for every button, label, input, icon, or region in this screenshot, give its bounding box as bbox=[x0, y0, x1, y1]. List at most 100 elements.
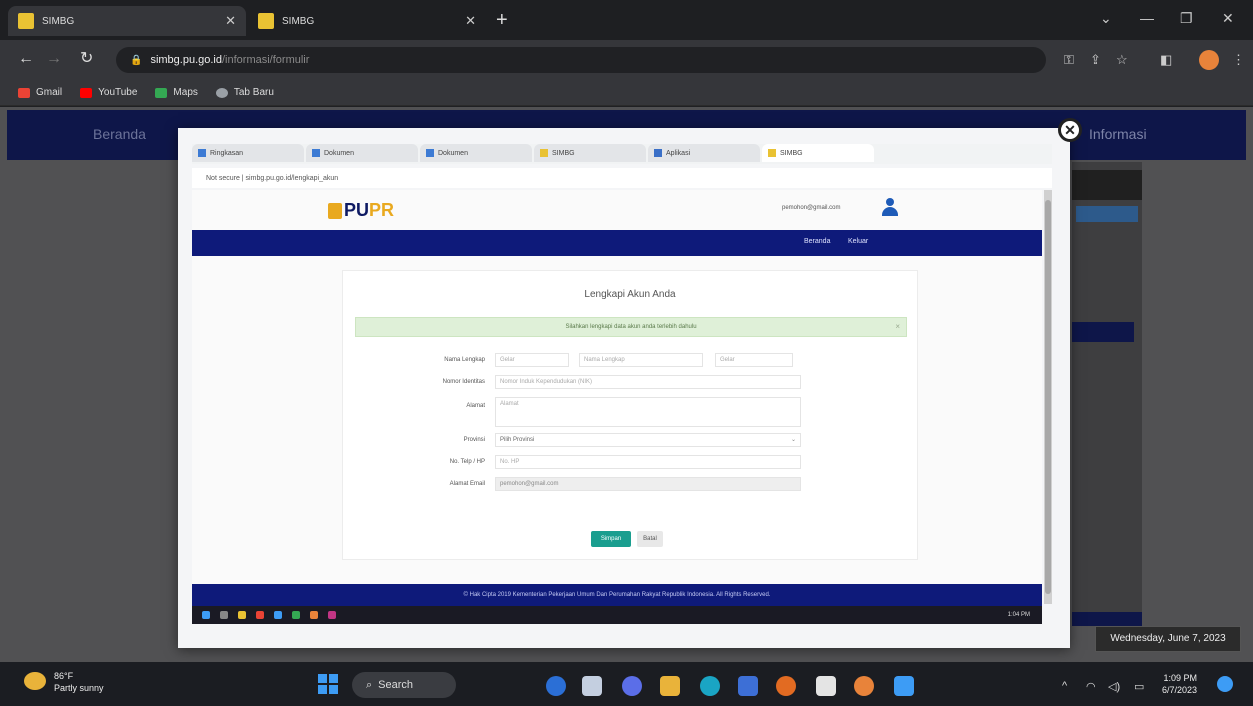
maximize-icon[interactable]: ❐ bbox=[1180, 10, 1193, 27]
minimize-icon[interactable]: — bbox=[1140, 10, 1154, 26]
user-email: pemohon@gmail.com bbox=[782, 205, 841, 211]
chevron-down-icon: ⌄ bbox=[790, 437, 796, 443]
screenshot-scrollbar bbox=[1044, 190, 1052, 604]
bookmark-new-tab[interactable]: Tab Baru bbox=[215, 87, 274, 98]
password-key-icon[interactable]: ⚿ bbox=[1064, 52, 1074, 68]
site-footer: © Hak Cipta 2019 Kementerian Pekerjaan U… bbox=[192, 584, 1042, 606]
bookmark-gmail[interactable]: Gmail bbox=[18, 87, 62, 98]
battery-icon[interactable]: ▭ bbox=[1134, 680, 1144, 693]
pupr-logo: PUPR bbox=[328, 200, 394, 221]
batal-button: Batal bbox=[637, 531, 663, 547]
screenshot-page: PUPR pemohon@gmail.com Beranda Keluar Le… bbox=[192, 190, 1042, 610]
date-tooltip: Wednesday, June 7, 2023 bbox=[1095, 626, 1241, 652]
pupr-logo-icon bbox=[328, 202, 342, 219]
screenshot-tab-active: SIMBG bbox=[762, 144, 874, 162]
windows-start-icon[interactable] bbox=[318, 674, 338, 694]
alert-close-icon: × bbox=[895, 322, 900, 331]
screenshot-tab: Dokumen bbox=[306, 144, 418, 162]
chevron-up-icon[interactable]: ^ bbox=[1062, 680, 1067, 692]
textarea-alamat: Alamat bbox=[495, 397, 801, 427]
label-provinsi: Provinsi bbox=[463, 437, 485, 443]
firefox-icon[interactable] bbox=[776, 676, 796, 696]
tab-favicon-icon bbox=[540, 149, 548, 157]
screenshot-tab: Aplikasi bbox=[648, 144, 760, 162]
tab-title: SIMBG bbox=[282, 15, 315, 27]
globe-icon bbox=[215, 87, 228, 98]
copilot-icon[interactable] bbox=[546, 676, 566, 696]
taskbar-clock[interactable]: 1:09 PM 6/7/2023 bbox=[1162, 672, 1197, 696]
nav-beranda[interactable]: Beranda bbox=[93, 126, 146, 142]
tab-search-icon[interactable]: ⌄ bbox=[1100, 10, 1112, 27]
card-title: Lengkapi Akun Anda bbox=[584, 289, 676, 300]
app-icon[interactable] bbox=[894, 676, 914, 696]
chrome-icon[interactable] bbox=[854, 676, 874, 696]
close-lightbox-button[interactable]: ✕ bbox=[1058, 118, 1082, 142]
site-navbar: Beranda Keluar bbox=[192, 230, 1042, 256]
background-button bbox=[1076, 206, 1138, 222]
screenshot-tab-bar: Ringkasan Dokumen Dokumen SIMBG Aplikasi… bbox=[192, 144, 1052, 164]
lengkapi-akun-card: Lengkapi Akun Anda Silahkan lengkapi dat… bbox=[342, 270, 918, 560]
app-icon bbox=[238, 611, 246, 619]
forward-arrow-icon[interactable]: → bbox=[46, 50, 62, 68]
search-icon bbox=[220, 611, 228, 619]
input-gelar-depan: Gelar bbox=[495, 353, 569, 367]
back-arrow-icon[interactable]: ← bbox=[18, 50, 34, 68]
tab-close-icon[interactable]: ✕ bbox=[465, 13, 476, 29]
profile-avatar[interactable] bbox=[1199, 50, 1219, 70]
label-no-hp: No. Telp / HP bbox=[449, 459, 485, 465]
label-email: Alamat Email bbox=[449, 481, 485, 487]
site-nav-beranda: Beranda bbox=[804, 238, 831, 245]
app-icon bbox=[328, 611, 336, 619]
app-icon bbox=[292, 611, 300, 619]
share-icon[interactable]: ⇪ bbox=[1090, 52, 1101, 68]
bookmark-star-icon[interactable]: ☆ bbox=[1116, 52, 1128, 68]
lock-icon: 🔒 bbox=[130, 54, 143, 66]
reload-icon[interactable]: ↻ bbox=[80, 50, 93, 68]
tab-favicon-icon bbox=[654, 149, 662, 157]
select-provinsi: Pilih Provinsi ⌄ bbox=[495, 433, 801, 447]
edge-icon[interactable] bbox=[700, 676, 720, 696]
weather-widget[interactable]: 86°F Partly sunny bbox=[24, 670, 104, 694]
background-content bbox=[1072, 162, 1142, 622]
tab-favicon-icon bbox=[198, 149, 206, 157]
simbg-favicon-icon bbox=[258, 13, 274, 29]
simpan-button: Simpan bbox=[591, 531, 631, 547]
screenshot-tab: Ringkasan bbox=[192, 144, 304, 162]
sidepanel-icon[interactable]: ◧ bbox=[1160, 52, 1172, 68]
tab-close-icon[interactable]: ✕ bbox=[225, 13, 236, 29]
teams-chat-icon[interactable] bbox=[622, 676, 642, 696]
maps-icon bbox=[155, 87, 168, 98]
browser-tab-bar: SIMBG ✕ SIMBG ✕ + ⌄ — ❐ ✕ bbox=[0, 0, 1253, 40]
bookmark-youtube[interactable]: YouTube bbox=[80, 87, 137, 98]
volume-icon[interactable]: ◁) bbox=[1108, 680, 1120, 693]
search-icon: ⌕ bbox=[366, 678, 373, 691]
browser-tab-simbg-2[interactable]: SIMBG ✕ bbox=[248, 6, 486, 36]
menu-kebab-icon[interactable]: ⋮ bbox=[1232, 52, 1245, 68]
taskbar-search[interactable]: ⌕ Search bbox=[352, 672, 456, 698]
new-tab-button[interactable]: + bbox=[496, 10, 508, 30]
label-nama-lengkap: Nama Lengkap bbox=[444, 357, 485, 363]
simbg-favicon-icon bbox=[18, 13, 34, 29]
window-close-icon[interactable]: ✕ bbox=[1222, 10, 1234, 27]
file-explorer-icon[interactable] bbox=[660, 676, 680, 696]
bookmark-maps[interactable]: Maps bbox=[155, 87, 198, 98]
background-footer bbox=[1072, 612, 1142, 626]
notification-icon[interactable] bbox=[1217, 676, 1233, 692]
task-view-icon[interactable] bbox=[582, 676, 602, 696]
nav-informasi[interactable]: Informasi bbox=[1089, 126, 1147, 142]
app-icon bbox=[256, 611, 264, 619]
input-no-hp: No. HP bbox=[495, 455, 801, 469]
image-lightbox: Ringkasan Dokumen Dokumen SIMBG Aplikasi… bbox=[178, 128, 1070, 648]
notepad-icon[interactable] bbox=[816, 676, 836, 696]
screenshot-address-bar: Not secure | simbg.pu.go.id/lengkapi_aku… bbox=[192, 168, 1052, 188]
tab-favicon-icon bbox=[768, 149, 776, 157]
store-icon[interactable] bbox=[738, 676, 758, 696]
input-email: pemohon@gmail.com bbox=[495, 477, 801, 491]
screenshot-taskbar: 1:04 PM bbox=[192, 606, 1042, 624]
browser-tab-simbg-1[interactable]: SIMBG ✕ bbox=[8, 6, 246, 36]
app-icon bbox=[274, 611, 282, 619]
url-path: /informasi/formulir bbox=[222, 54, 310, 66]
address-bar[interactable]: 🔒 simbg.pu.go.id /informasi/formulir bbox=[116, 47, 1046, 73]
wifi-icon[interactable]: ◠ bbox=[1086, 680, 1096, 693]
background-panel bbox=[1072, 170, 1142, 200]
